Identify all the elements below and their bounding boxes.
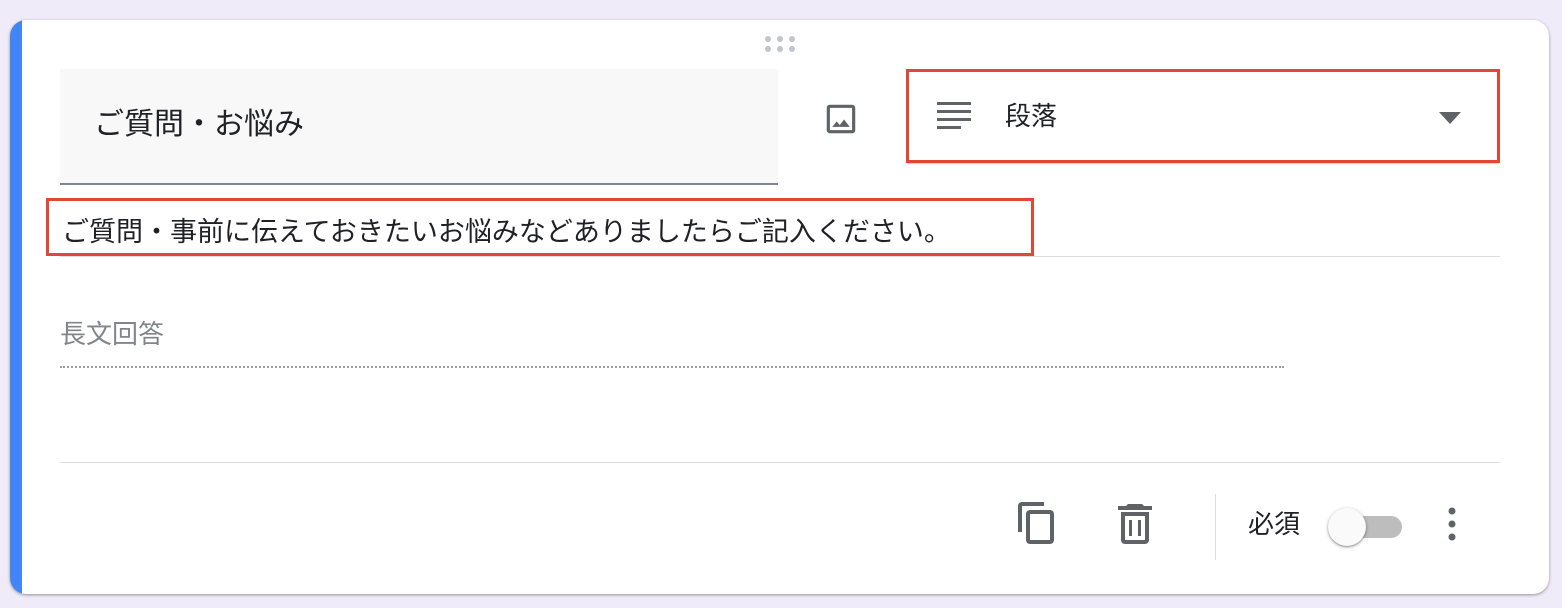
question-type-label: 段落 [1005,102,1058,132]
footer-separator [1215,494,1216,560]
required-toggle[interactable] [1328,508,1404,546]
active-card-accent [10,20,22,594]
question-card[interactable]: ご質問・お悩み 段落 ご質問・事前に伝えておきたいお悩みなどありましたらご記入く… [10,20,1549,594]
long-answer-placeholder: 長文回答 [60,320,165,350]
image-icon[interactable] [822,100,860,138]
question-type-dropdown[interactable]: 段落 [906,69,1500,163]
dropdown-caret-icon [1439,112,1461,124]
question-title-text: ご質問・お悩み [94,107,304,142]
question-title-input[interactable]: ご質問・お悩み [60,69,778,185]
footer-divider [60,462,1500,463]
paragraph-lines-icon [937,102,971,129]
drag-handle-icon[interactable] [764,36,796,52]
trash-icon[interactable] [1118,504,1152,544]
long-answer-line [60,366,1284,368]
question-description[interactable]: ご質問・事前に伝えておきたいお悩みなどありましたらご記入ください。 [62,216,951,250]
required-label: 必須 [1248,510,1301,540]
description-underline [60,256,1500,257]
toggle-thumb [1328,508,1366,546]
more-vert-icon[interactable] [1440,506,1464,546]
copy-icon[interactable] [1018,502,1056,544]
